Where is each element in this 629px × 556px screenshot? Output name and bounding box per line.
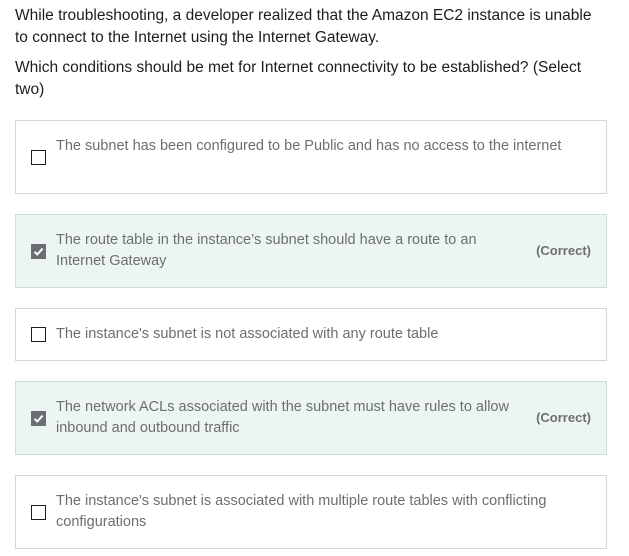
answer-option-5[interactable]: The instance's subnet is associated with… — [15, 475, 607, 549]
option-3-checkbox[interactable] — [31, 327, 46, 342]
checkmark-icon — [33, 414, 44, 423]
answer-option-1[interactable]: The subnet has been configured to be Pub… — [15, 120, 607, 194]
question-instruction: Which conditions should be met for Inter… — [15, 59, 582, 98]
correct-badge: (Correct) — [536, 410, 591, 425]
option-5-checkbox[interactable] — [31, 505, 46, 520]
answer-option-3[interactable]: The instance's subnet is not associated … — [15, 308, 607, 361]
option-1-checkbox[interactable] — [31, 150, 46, 165]
option-5-label: The instance's subnet is associated with… — [56, 493, 547, 530]
correct-badge: (Correct) — [536, 243, 591, 258]
option-2-label: The route table in the instance’s subnet… — [56, 232, 477, 269]
question-panel: While troubleshooting, a developer reali… — [0, 0, 629, 556]
answer-option-2[interactable]: The route table in the instance’s subnet… — [15, 214, 607, 288]
option-3-label: The instance's subnet is not associated … — [56, 326, 439, 342]
option-1-label: The subnet has been configured to be Pub… — [56, 138, 562, 154]
option-2-checkbox[interactable] — [31, 244, 46, 259]
question-prompt: While troubleshooting, a developer reali… — [15, 7, 592, 46]
option-4-label: The network ACLs associated with the sub… — [56, 399, 509, 436]
checkmark-icon — [33, 247, 44, 256]
option-4-checkbox[interactable] — [31, 411, 46, 426]
answer-option-4[interactable]: The network ACLs associated with the sub… — [15, 381, 607, 455]
